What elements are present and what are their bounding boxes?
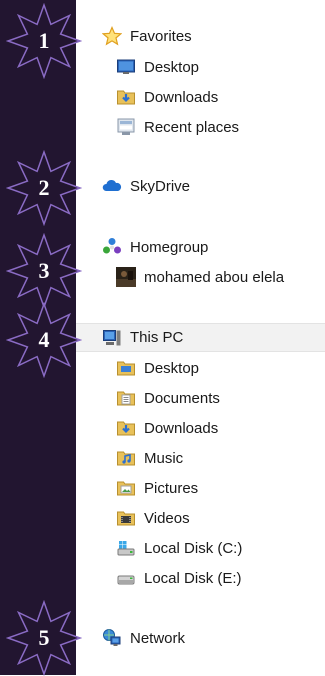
callout-number: 2 [38, 175, 50, 200]
cloud-icon [102, 179, 122, 191]
user-avatar [116, 267, 136, 287]
homegroup-icon [103, 238, 121, 254]
nav-homegroup[interactable]: Homegroup [76, 233, 325, 261]
callout-badge-3: 3 [6, 233, 82, 309]
pictures-folder-icon [117, 481, 135, 496]
computer-icon [103, 329, 121, 345]
network-icon [103, 629, 121, 646]
nav-this-pc-local-disk-c[interactable]: Local Disk (C:) [76, 534, 325, 562]
nav-item-label: mohamed abou elela [144, 268, 285, 286]
downloads-folder-icon [117, 421, 135, 436]
star-icon [102, 26, 122, 46]
nav-this-pc-downloads[interactable]: Downloads [76, 414, 325, 442]
callout-badge-1: 1 [6, 3, 82, 79]
callout-badge-4: 4 [6, 302, 82, 378]
nav-item-label: Downloads [144, 419, 219, 437]
nav-item-label: Desktop [144, 359, 200, 377]
nav-this-pc-documents[interactable]: Documents [76, 384, 325, 412]
nav-item-label: Pictures [144, 479, 199, 497]
nav-this-pc-desktop[interactable]: Desktop [76, 354, 325, 382]
nav-item-label: Videos [144, 509, 190, 527]
nav-homegroup-label: Homegroup [130, 238, 209, 256]
nav-favorites-desktop[interactable]: Desktop [76, 53, 325, 81]
documents-folder-icon [117, 391, 135, 406]
nav-network-label: Network [130, 629, 186, 647]
nav-favorites-label: Favorites [130, 27, 192, 45]
nav-this-pc-pictures[interactable]: Pictures [76, 474, 325, 502]
videos-folder-icon [117, 511, 135, 526]
desktop-folder-icon [117, 361, 135, 376]
nav-item-label: Desktop [144, 58, 200, 76]
nav-item-label: Documents [144, 389, 220, 407]
navigation-pane: Favorites Desktop Downloads Recent place… [76, 0, 325, 675]
nav-item-label: Downloads [144, 88, 219, 106]
nav-item-label: Recent places [144, 118, 240, 136]
music-folder-icon [117, 451, 135, 466]
nav-favorites-recent-places[interactable]: Recent places [76, 113, 325, 141]
downloads-folder-icon [117, 90, 135, 105]
callout-number: 4 [38, 327, 50, 352]
callout-badge-2: 2 [6, 150, 82, 226]
nav-skydrive-label: SkyDrive [130, 177, 191, 195]
desktop-icon [117, 59, 135, 74]
nav-item-label: Music [144, 449, 184, 467]
system-drive-icon [117, 541, 135, 556]
callout-badge-5: 5 [6, 600, 82, 676]
nav-this-pc-videos[interactable]: Videos [76, 504, 325, 532]
nav-favorites-downloads[interactable]: Downloads [76, 83, 325, 111]
nav-homegroup-user[interactable]: mohamed abou elela [76, 263, 325, 291]
nav-item-label: Local Disk (C:) [144, 539, 243, 557]
nav-skydrive[interactable]: SkyDrive [76, 172, 325, 200]
nav-this-pc[interactable]: This PC [76, 323, 325, 352]
callout-number: 3 [38, 258, 50, 283]
drive-icon [117, 575, 135, 585]
nav-this-pc-local-disk-e[interactable]: Local Disk (E:) [76, 564, 325, 592]
callout-number: 1 [38, 28, 50, 53]
callout-number: 5 [38, 625, 50, 650]
recent-places-icon [117, 118, 135, 135]
nav-network[interactable]: Network [76, 624, 325, 652]
nav-item-label: Local Disk (E:) [144, 569, 242, 587]
nav-favorites[interactable]: Favorites [76, 22, 325, 50]
nav-this-pc-label: This PC [130, 329, 184, 346]
nav-this-pc-music[interactable]: Music [76, 444, 325, 472]
